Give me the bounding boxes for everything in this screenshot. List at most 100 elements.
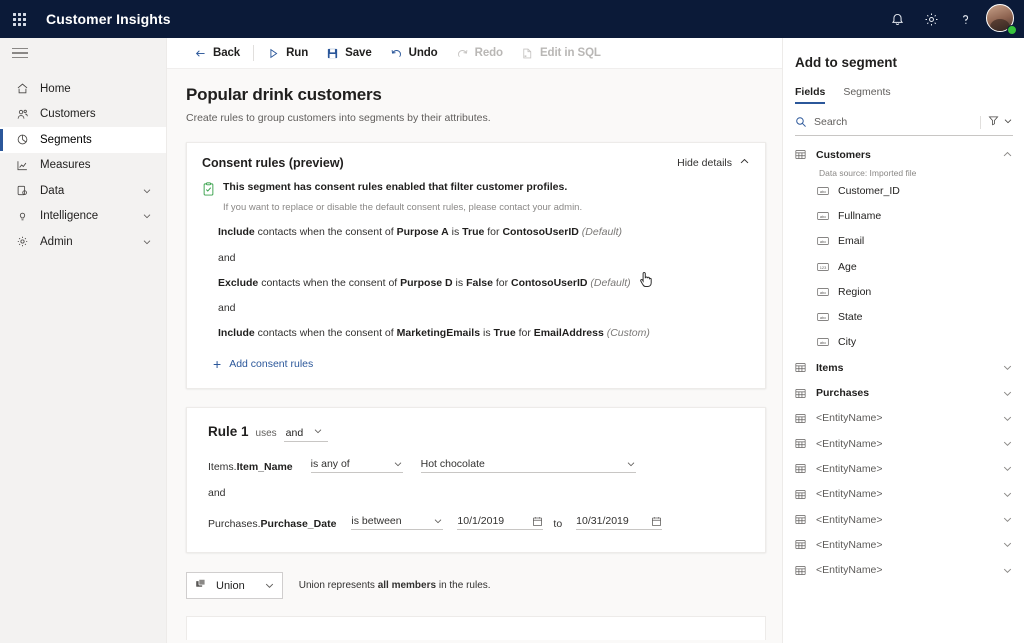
hide-details-toggle[interactable]: Hide details [677,156,750,170]
plus-icon: + [213,355,222,372]
table-icon [795,438,806,449]
condition-operator-select[interactable]: is between [351,515,444,531]
condition-operator-select[interactable]: is any of [310,458,403,474]
field-label: Email [838,235,865,248]
entity-placeholder[interactable]: <EntityName> [783,406,1024,431]
gear-icon [14,233,31,250]
text-field-icon: abc [817,236,829,246]
consent-rule-statement: Include contacts when the consent of Mar… [187,314,765,341]
field-label: Age [838,260,857,273]
tab-fields[interactable]: Fields [795,86,826,104]
settings-icon[interactable] [914,0,948,38]
next-rule-card-stub [186,616,766,641]
consent-rule-mid1: contacts when the consent of [254,327,397,340]
entity-placeholder[interactable]: <EntityName> [783,532,1024,557]
consent-rule-identifier: ContosoUserID [502,226,579,238]
sidebar-item-data[interactable]: Data [0,178,166,204]
field-city[interactable]: abc City [783,330,1024,355]
add-consent-rules-button[interactable]: + Add consent rules [187,341,765,388]
top-app-bar: Customer Insights [0,0,1024,38]
run-button[interactable]: Run [258,38,317,69]
svg-text:abc: abc [820,340,826,345]
rule-operator-select[interactable]: and [283,426,328,443]
union-note: Union represents all members in the rule… [299,580,491,591]
run-label: Run [286,47,309,59]
back-button[interactable]: Back [185,38,249,69]
entity-items[interactable]: Items [783,355,1024,380]
sidebar-item-measures[interactable]: Measures [0,153,166,179]
consent-rule-tag: (Default) [590,276,631,289]
chevron-down-icon [313,426,323,439]
filter-icon [988,113,999,131]
condition-attribute: Item_Name [236,461,293,474]
date-to-input[interactable]: 10/31/2019 [576,515,663,531]
help-icon[interactable] [948,0,982,38]
entity-placeholder[interactable]: <EntityName> [783,431,1024,456]
undo-label: Undo [408,47,438,59]
field-email[interactable]: abc Email [783,229,1024,254]
sidebar-item-home[interactable]: Home [0,76,166,102]
entity-placeholder[interactable]: <EntityName> [783,507,1024,532]
undo-icon [390,47,403,60]
redo-button[interactable]: Redo [447,38,512,69]
entity-header[interactable]: Customers [783,143,1024,166]
tab-segments[interactable]: Segments [843,86,890,104]
svg-text:abc: abc [820,315,826,320]
home-icon [14,80,31,97]
field-state[interactable]: abc State [783,304,1024,329]
condition-value-select[interactable]: Hot chocolate [420,458,636,474]
entity-placeholder[interactable]: <EntityName> [783,557,1024,582]
segment-editor-canvas: Popular drink customers Create rules to … [167,69,782,643]
condition-field: Items.Item_Name [208,461,293,473]
text-field-icon: abc [817,337,829,347]
sidebar-item-admin[interactable]: Admin [0,229,166,255]
condition-operator-value: is any of [310,458,350,471]
mouse-cursor-icon [639,271,653,289]
sidebar-item-segments[interactable]: Segments [0,127,166,153]
consent-rule-value: True [493,327,516,340]
entity-purchases[interactable]: Purchases [783,380,1024,405]
calendar-icon[interactable] [532,516,543,527]
consent-status-row: This segment has consent rules enabled t… [187,170,765,196]
text-field-icon: abc [817,312,829,322]
undo-button[interactable]: Undo [381,38,447,69]
union-select[interactable]: Union [186,572,283,600]
condition-row: Purchases.Purchase_Date is between 10/1/… [187,499,765,552]
sidebar-item-intelligence[interactable]: Intelligence [0,204,166,230]
notifications-icon[interactable] [880,0,914,38]
filter-button[interactable] [988,113,1013,131]
entity-name: <EntityName> [816,412,883,425]
svg-text:abc: abc [820,214,826,219]
avatar[interactable] [986,4,1017,35]
field-region[interactable]: abc Region [783,279,1024,304]
sidebar-item-label: Admin [40,235,73,248]
field-age[interactable]: 123 Age [783,254,1024,279]
condition-operator-value: is between [351,515,402,528]
field-customer-id[interactable]: abc Customer_ID [783,178,1024,203]
field-fullname[interactable]: abc Fullname [783,203,1024,228]
svg-text:abc: abc [820,239,826,244]
add-to-segment-panel: Add to segment Fields Segments Search Cu… [782,38,1024,643]
search-input[interactable] [814,116,976,128]
edit-in-sql-button[interactable]: Edit in SQL [512,38,610,69]
menu-icon[interactable] [0,38,166,68]
save-button[interactable]: Save [317,38,380,69]
entity-placeholder[interactable]: <EntityName> [783,456,1024,481]
condition-value: Hot chocolate [420,458,485,471]
arrow-left-icon [194,47,207,60]
date-from-input[interactable]: 10/1/2019 [457,515,544,531]
entity-name: Customers [816,148,871,161]
app-launcher-icon[interactable] [0,0,38,38]
edit-in-sql-label: Edit in SQL [539,47,601,59]
consent-rule-purpose: MarketingEmails [396,327,481,340]
back-label: Back [213,47,241,59]
sidebar-item-customers[interactable]: Customers [0,102,166,128]
consent-card-title: Consent rules (preview) [202,156,344,170]
entity-placeholder[interactable]: <EntityName> [783,482,1024,507]
consent-rule-mid3: for [492,276,512,289]
lightbulb-icon [14,208,31,225]
panel-title: Add to segment [795,55,898,70]
consent-status-text: This segment has consent rules enabled t… [223,181,568,193]
calendar-icon[interactable] [651,516,662,527]
app-title: Customer Insights [46,11,171,27]
